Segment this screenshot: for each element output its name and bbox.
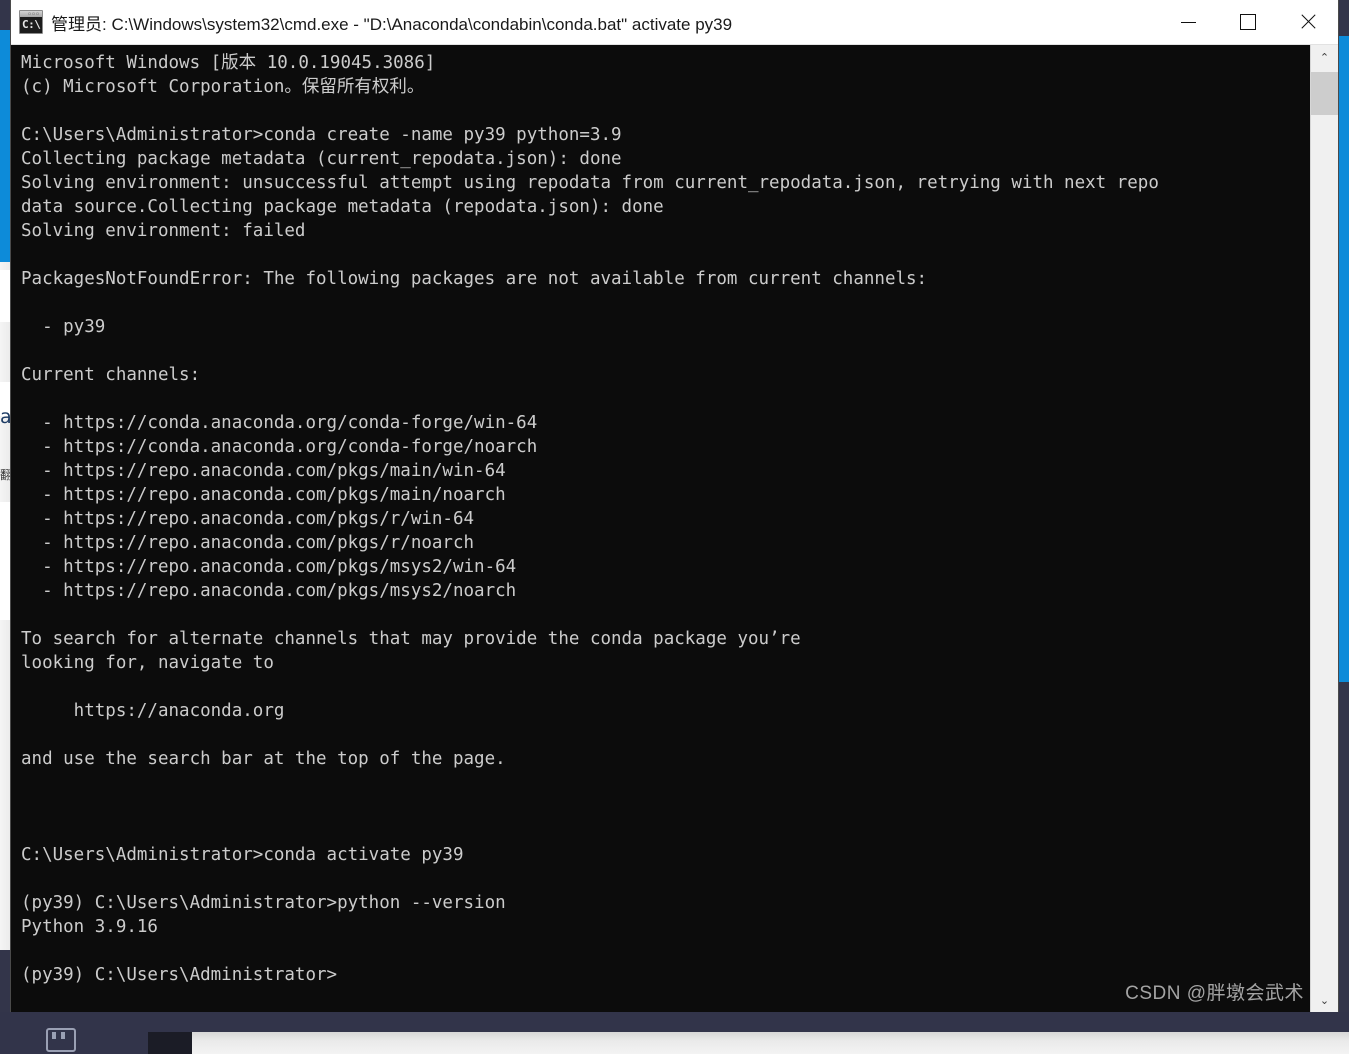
console-scrollbar[interactable]: ⌃ ⌄ xyxy=(1310,45,1338,1013)
taskbar-light-panel xyxy=(190,1032,1349,1054)
minimize-icon xyxy=(1180,21,1196,23)
close-button[interactable] xyxy=(1278,0,1338,44)
taskbar-strip xyxy=(0,1012,1349,1054)
taskbar-app-icon[interactable] xyxy=(46,1028,76,1052)
csdn-watermark: CSDN @胖墩会武术 xyxy=(1125,983,1304,1004)
console-line: - https://repo.anaconda.com/pkgs/main/no… xyxy=(21,485,506,505)
console-line: Current channels: xyxy=(21,365,201,385)
console-line: (c) Microsoft Corporation。保留所有权利。 xyxy=(21,77,425,97)
maximize-button[interactable] xyxy=(1218,0,1278,44)
minimize-button[interactable] xyxy=(1158,0,1218,44)
console-line: C:\Users\Administrator>conda activate py… xyxy=(21,845,464,865)
window-titlebar[interactable]: ▫▫▫ C:\ 管理员: C:\Windows\system32\cmd.exe… xyxy=(11,0,1338,45)
console-line: looking for, navigate to xyxy=(21,653,274,673)
cmd-console-window: ▫▫▫ C:\ 管理员: C:\Windows\system32\cmd.exe… xyxy=(11,0,1338,1013)
console-line: Python 3.9.16 xyxy=(21,917,158,937)
console-line: Collecting package metadata (current_rep… xyxy=(21,149,622,169)
console-line: - https://conda.anaconda.org/conda-forge… xyxy=(21,437,538,457)
console-line: - https://repo.anaconda.com/pkgs/r/noarc… xyxy=(21,533,475,553)
console-line: Solving environment: failed xyxy=(21,221,306,241)
taskbar-dark-panel xyxy=(148,1032,192,1054)
console-line: and use the search bar at the top of the… xyxy=(21,749,506,769)
console-line: PackagesNotFoundError: The following pac… xyxy=(21,269,928,289)
console-output-text[interactable]: Microsoft Windows [版本 10.0.19045.3086] (c… xyxy=(11,45,1310,1013)
console-line: - https://repo.anaconda.com/pkgs/msys2/n… xyxy=(21,581,517,601)
accent-rail-left xyxy=(0,30,11,262)
scrollbar-thumb[interactable] xyxy=(1311,72,1338,115)
console-line: To search for alternate channels that ma… xyxy=(21,629,801,649)
console-line: C:\Users\Administrator>conda create -nam… xyxy=(21,125,622,145)
accent-rail-right xyxy=(1338,36,1349,682)
window-title-text: 管理员: C:\Windows\system32\cmd.exe - "D:\A… xyxy=(51,14,733,34)
console-line: Microsoft Windows [版本 10.0.19045.3086] xyxy=(21,53,436,73)
console-line: (py39) C:\Users\Administrator>python --v… xyxy=(21,893,506,913)
console-line: (py39) C:\Users\Administrator> xyxy=(21,965,338,985)
console-line: - https://repo.anaconda.com/pkgs/msys2/w… xyxy=(21,557,517,577)
cmd-icon-prompt-glyph: C:\ xyxy=(22,18,41,31)
console-line: - https://repo.anaconda.com/pkgs/main/wi… xyxy=(21,461,506,481)
console-line: https://anaconda.org xyxy=(21,701,285,721)
scrollbar-up-arrow[interactable]: ⌃ xyxy=(1311,45,1338,70)
cmd-icon-dots: ▫▫▫ xyxy=(27,11,40,17)
close-icon xyxy=(1299,13,1317,31)
cmd-app-icon: ▫▫▫ C:\ xyxy=(19,10,43,34)
console-line: Solving environment: unsuccessful attemp… xyxy=(21,173,1159,193)
console-line: - https://repo.anaconda.com/pkgs/r/win-6… xyxy=(21,509,475,529)
console-line: - https://conda.anaconda.org/conda-forge… xyxy=(21,413,538,433)
console-body: Microsoft Windows [版本 10.0.19045.3086] (c… xyxy=(11,45,1338,1013)
maximize-icon xyxy=(1240,14,1256,30)
window-control-buttons xyxy=(1158,0,1338,44)
scrollbar-down-arrow[interactable]: ⌄ xyxy=(1311,988,1338,1013)
desktop-background: ai 翻 ▫▫▫ C:\ 管理员: C:\Windows\system32\cm… xyxy=(0,0,1349,1054)
console-line: data source.Collecting package metadata … xyxy=(21,197,664,217)
console-line: - py39 xyxy=(21,317,106,337)
